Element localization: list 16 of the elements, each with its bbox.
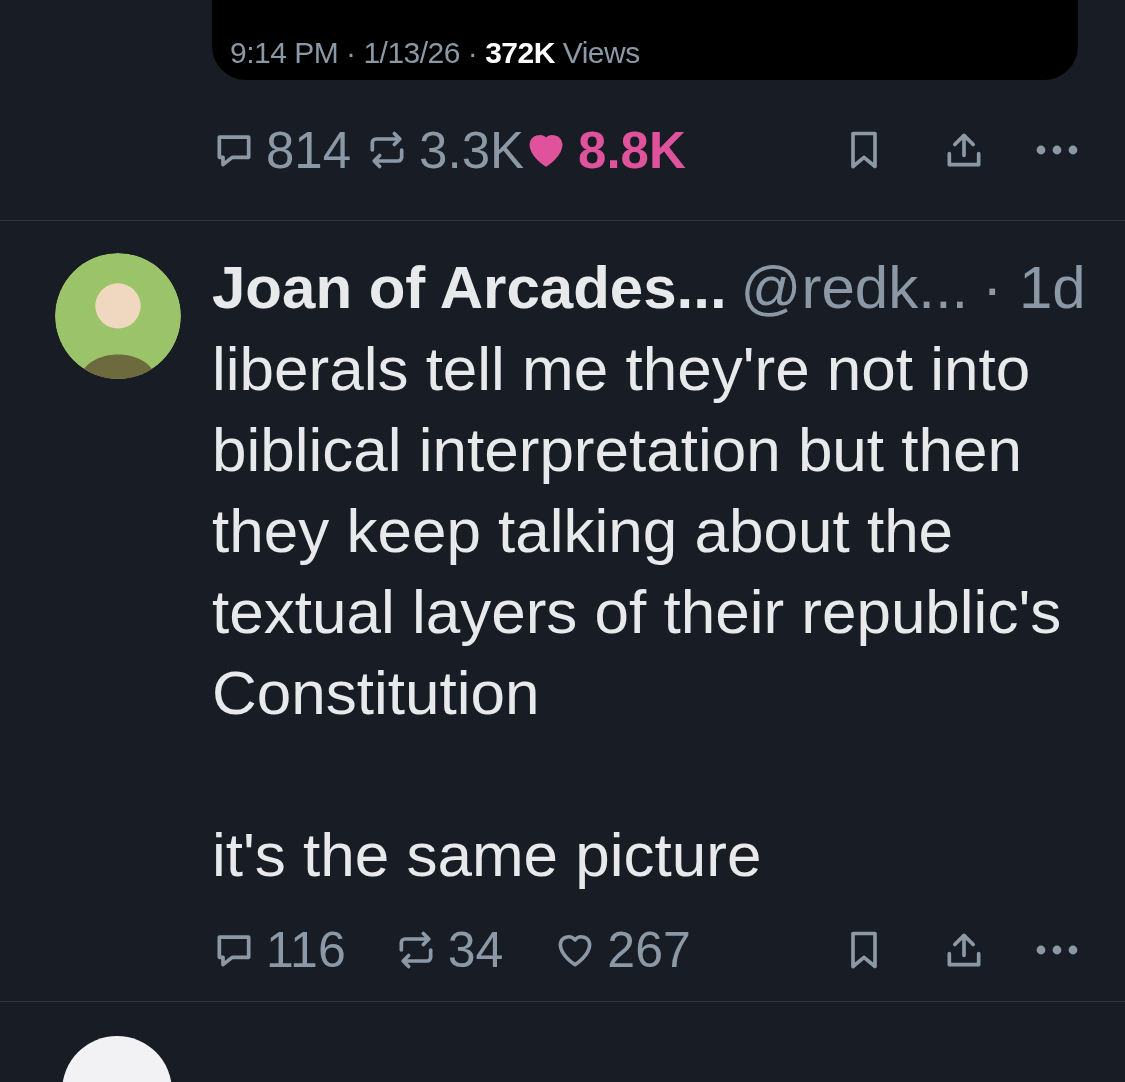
- repost-button[interactable]: 3.3K: [365, 120, 524, 180]
- post-timestamp: 9:14 PM · 1/13/26 · 372K Views: [230, 36, 640, 69]
- display-name[interactable]: Joan of Arcades...: [212, 253, 727, 322]
- post-age: · 1d: [982, 253, 1086, 322]
- reply-button[interactable]: 116: [212, 921, 346, 979]
- like-button[interactable]: 8.8K: [524, 120, 686, 180]
- more-icon: [1036, 145, 1078, 155]
- more-button[interactable]: [1036, 945, 1078, 955]
- like-button[interactable]: 267: [553, 921, 691, 979]
- more-icon: [1036, 945, 1078, 955]
- more-button[interactable]: [1036, 145, 1078, 155]
- post-text: liberals tell me they're not into biblical interpretation but then they keep talking about the textual layers of their republic's Constitution it's the same picture: [212, 333, 1063, 891]
- repost-button[interactable]: 34: [393, 921, 504, 979]
- avatar-icon[interactable]: [55, 253, 181, 379]
- user-handle[interactable]: @redk...: [740, 253, 969, 322]
- reply-button[interactable]: 814: [212, 120, 352, 180]
